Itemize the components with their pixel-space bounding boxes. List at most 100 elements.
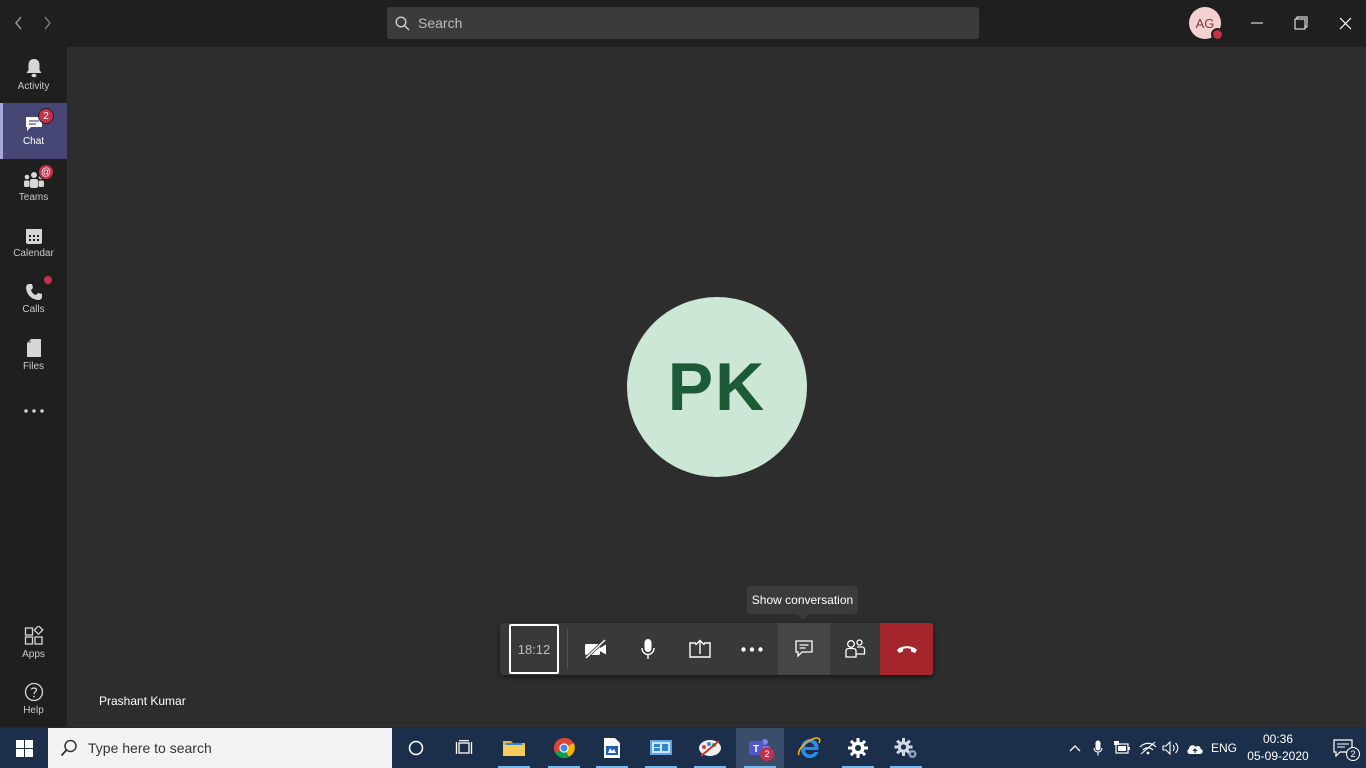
tray-battery[interactable]: [1112, 728, 1134, 768]
volume-icon: [1162, 741, 1179, 755]
gear-icon: [848, 738, 868, 758]
input-language: ENG: [1210, 741, 1237, 755]
presence-busy-indicator: [1211, 28, 1224, 41]
task-view-button[interactable]: [440, 728, 488, 768]
tray-wifi[interactable]: [1137, 728, 1159, 768]
tray-onedrive[interactable]: [1184, 728, 1206, 768]
share-screen-icon: [689, 639, 711, 658]
close-button[interactable]: [1323, 0, 1366, 46]
participants-icon: [845, 639, 866, 658]
bell-icon: [26, 59, 41, 78]
microphone-icon: [641, 639, 655, 659]
tray-microphone[interactable]: [1088, 728, 1108, 768]
show-conversation-button[interactable]: [778, 623, 830, 675]
chevron-left-icon: [15, 16, 22, 30]
camera-toggle-button[interactable]: [570, 623, 622, 675]
participant-initials: PK: [667, 349, 767, 425]
apps-icon: [24, 626, 44, 645]
rail-item-chat[interactable]: 2 Chat: [0, 103, 67, 159]
microphone-icon: [1093, 740, 1103, 756]
chat-unread-badge: 2: [38, 108, 54, 124]
profile-avatar[interactable]: AG: [1189, 7, 1224, 41]
taskbar-settings[interactable]: [834, 728, 882, 768]
phone-icon: [25, 284, 42, 300]
more-dots-icon: [23, 409, 44, 413]
show-participants-button[interactable]: [829, 623, 881, 675]
hang-up-button[interactable]: [880, 623, 933, 675]
rail-item-calls[interactable]: Calls: [0, 271, 67, 327]
rail-label-apps: Apps: [22, 649, 45, 660]
calls-notification-dot: [44, 276, 52, 284]
document-app-icon: [604, 738, 620, 758]
gears-icon: [894, 738, 917, 758]
restore-button[interactable]: [1279, 0, 1323, 46]
rail-more-button[interactable]: [0, 383, 67, 439]
rail-item-activity[interactable]: Activity: [0, 47, 67, 103]
rail-label-help: Help: [23, 705, 44, 716]
action-center-button[interactable]: 2: [1320, 728, 1366, 768]
svg-text:T: T: [753, 744, 759, 755]
teams-mention-badge: @: [38, 164, 54, 180]
rail-label-chat: Chat: [22, 136, 45, 147]
search-icon: [60, 739, 77, 757]
rail-item-apps[interactable]: Apps: [0, 615, 67, 671]
clock-date: 05-09-2020: [1247, 749, 1309, 763]
notification-count-badge: 2: [1346, 747, 1360, 761]
show-hidden-icons-button[interactable]: [1064, 728, 1086, 768]
back-button[interactable]: [9, 12, 29, 34]
rail-item-teams[interactable]: @ Teams: [0, 159, 67, 215]
rail-item-help[interactable]: Help: [0, 671, 67, 727]
taskbar-file-explorer[interactable]: [490, 728, 538, 768]
tray-language[interactable]: ENG: [1208, 728, 1240, 768]
title-bar: Search AG: [0, 0, 1366, 47]
share-screen-button[interactable]: [674, 623, 726, 675]
close-icon: [1339, 17, 1351, 29]
more-dots-icon: [741, 646, 763, 652]
file-icon: [26, 339, 41, 357]
tray-volume[interactable]: [1160, 728, 1182, 768]
cortana-button[interactable]: [392, 728, 440, 768]
show-conversation-tooltip: Show conversation: [747, 586, 858, 620]
call-duration: 18:12: [509, 624, 559, 674]
forward-button[interactable]: [37, 12, 57, 34]
hang-up-icon: [896, 646, 917, 653]
folder-icon: [503, 741, 525, 756]
search-placeholder: Search: [418, 15, 463, 31]
wifi-icon: [1139, 741, 1157, 755]
help-icon: [24, 682, 43, 702]
taskbar-teams[interactable]: T 2: [736, 728, 784, 768]
more-actions-button[interactable]: [726, 623, 778, 675]
conversation-icon: [795, 640, 813, 658]
rail-item-files[interactable]: Files: [0, 327, 67, 383]
microphone-button[interactable]: [622, 623, 674, 675]
participant-name: Prashant Kumar: [99, 694, 186, 708]
windows-logo-icon: [15, 739, 33, 757]
rail-label-calendar: Calendar: [13, 248, 54, 259]
taskbar-control-panel[interactable]: [637, 728, 685, 768]
battery-icon: [1114, 741, 1130, 754]
taskbar-system-settings[interactable]: [882, 728, 930, 768]
start-button[interactable]: [0, 728, 48, 768]
rail-item-calendar[interactable]: Calendar: [0, 215, 67, 271]
task-view-icon: [455, 740, 473, 754]
taskbar-internet-explorer[interactable]: [785, 728, 833, 768]
rail-label-calls: Calls: [22, 304, 45, 315]
cloud-upload-icon: [1187, 744, 1203, 754]
divider: [567, 629, 568, 669]
rail-label-files: Files: [22, 361, 45, 372]
chevron-right-icon: [44, 16, 51, 30]
camera-off-icon: [584, 639, 607, 659]
call-controls: 18:12: [500, 623, 933, 675]
clock-time: 00:36: [1262, 732, 1294, 746]
taskbar-clock[interactable]: 00:36 05-09-2020: [1244, 731, 1312, 765]
search-input[interactable]: Search: [387, 7, 979, 39]
control-panel-icon: [650, 740, 672, 755]
taskbar-search-input[interactable]: Type here to search: [48, 728, 392, 768]
minimize-button[interactable]: [1235, 0, 1279, 46]
app-bar: Activity 2 Chat @ Teams Calendar Calls F…: [0, 47, 67, 727]
call-stage: PK Prashant Kumar Show conversation 18:1…: [67, 47, 1366, 727]
chevron-up-icon: [1069, 745, 1081, 752]
taskbar-paint[interactable]: [686, 728, 734, 768]
taskbar-document-app[interactable]: [588, 728, 636, 768]
taskbar-chrome[interactable]: [540, 728, 588, 768]
